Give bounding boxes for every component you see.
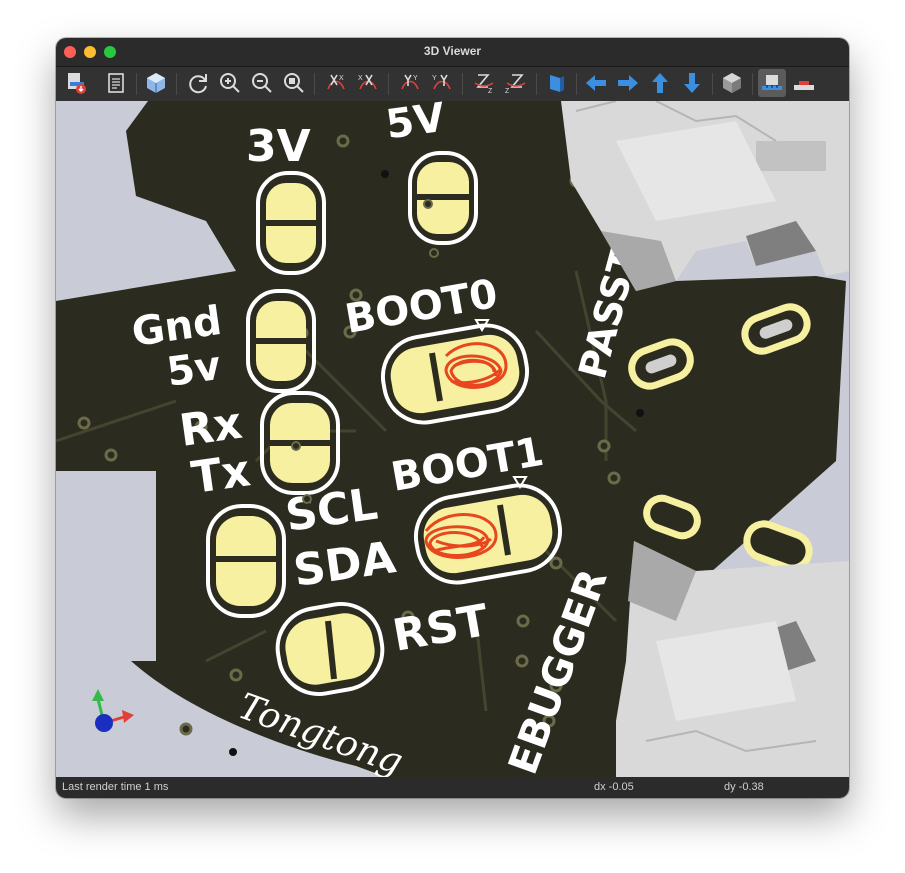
label-tx: Tx: [188, 445, 253, 504]
viewer-window: 3D Viewer X X Y Y Z Z 3V 5V Gnd 5v Rx Tx…: [56, 38, 849, 798]
rotate-y-cw-icon[interactable]: Y: [396, 69, 424, 97]
label-5v-top: 5V: [383, 101, 448, 148]
reload-icon[interactable]: [184, 69, 212, 97]
dx-readout: dx -0.05: [594, 781, 634, 793]
usb-connector-bottom: [616, 541, 849, 777]
status-bar: Last render time 1 ms dx -0.05 dy -0.38: [56, 777, 849, 798]
title-bar: 3D Viewer: [56, 38, 849, 67]
rotate-z-ccw-icon[interactable]: Z: [502, 69, 530, 97]
raytracing-icon[interactable]: [142, 69, 170, 97]
zoom-fit-icon[interactable]: [280, 69, 308, 97]
rotate-z-cw-icon[interactable]: Z: [470, 69, 498, 97]
svg-text:Y: Y: [432, 75, 437, 82]
zoom-out-icon[interactable]: [248, 69, 276, 97]
label-3v: 3V: [246, 121, 311, 172]
svg-text:Z: Z: [505, 88, 510, 95]
pcb-render: 3V 5V PASSTHROU Gnd 5v Rx Tx BOOT0 BOOT1…: [56, 101, 849, 777]
flip-board-icon[interactable]: [542, 69, 570, 97]
render-time-text: Last render time 1 ms: [62, 781, 169, 793]
dy-readout: dy -0.38: [724, 781, 764, 793]
perspective-icon[interactable]: [718, 69, 746, 97]
board-body-icon[interactable]: [790, 69, 818, 97]
svg-text:X: X: [339, 75, 344, 82]
pan-up-icon[interactable]: [646, 69, 674, 97]
pan-right-icon[interactable]: [614, 69, 642, 97]
pan-down-icon[interactable]: [678, 69, 706, 97]
window-title: 3D Viewer: [423, 44, 482, 58]
svg-text:Z: Z: [488, 88, 493, 95]
rotate-y-ccw-icon[interactable]: Y: [428, 69, 456, 97]
export-image-icon[interactable]: [62, 69, 90, 97]
axis-gizmo-icon: [92, 689, 134, 732]
toolbar: X X Y Y Z Z: [56, 67, 849, 102]
rotate-x-ccw-icon[interactable]: X: [354, 69, 382, 97]
svg-text:Y: Y: [413, 75, 418, 82]
pan-left-icon[interactable]: [582, 69, 610, 97]
svg-text:X: X: [358, 75, 363, 82]
zoom-in-icon[interactable]: [216, 69, 244, 97]
rotate-x-cw-icon[interactable]: X: [322, 69, 350, 97]
3d-viewport[interactable]: 3V 5V PASSTHROU Gnd 5v Rx Tx BOOT0 BOOT1…: [56, 101, 849, 777]
copy-to-clipboard-icon[interactable]: [102, 69, 130, 97]
label-5v-small: 5v: [164, 343, 224, 396]
render-mode-icon[interactable]: [758, 69, 786, 97]
